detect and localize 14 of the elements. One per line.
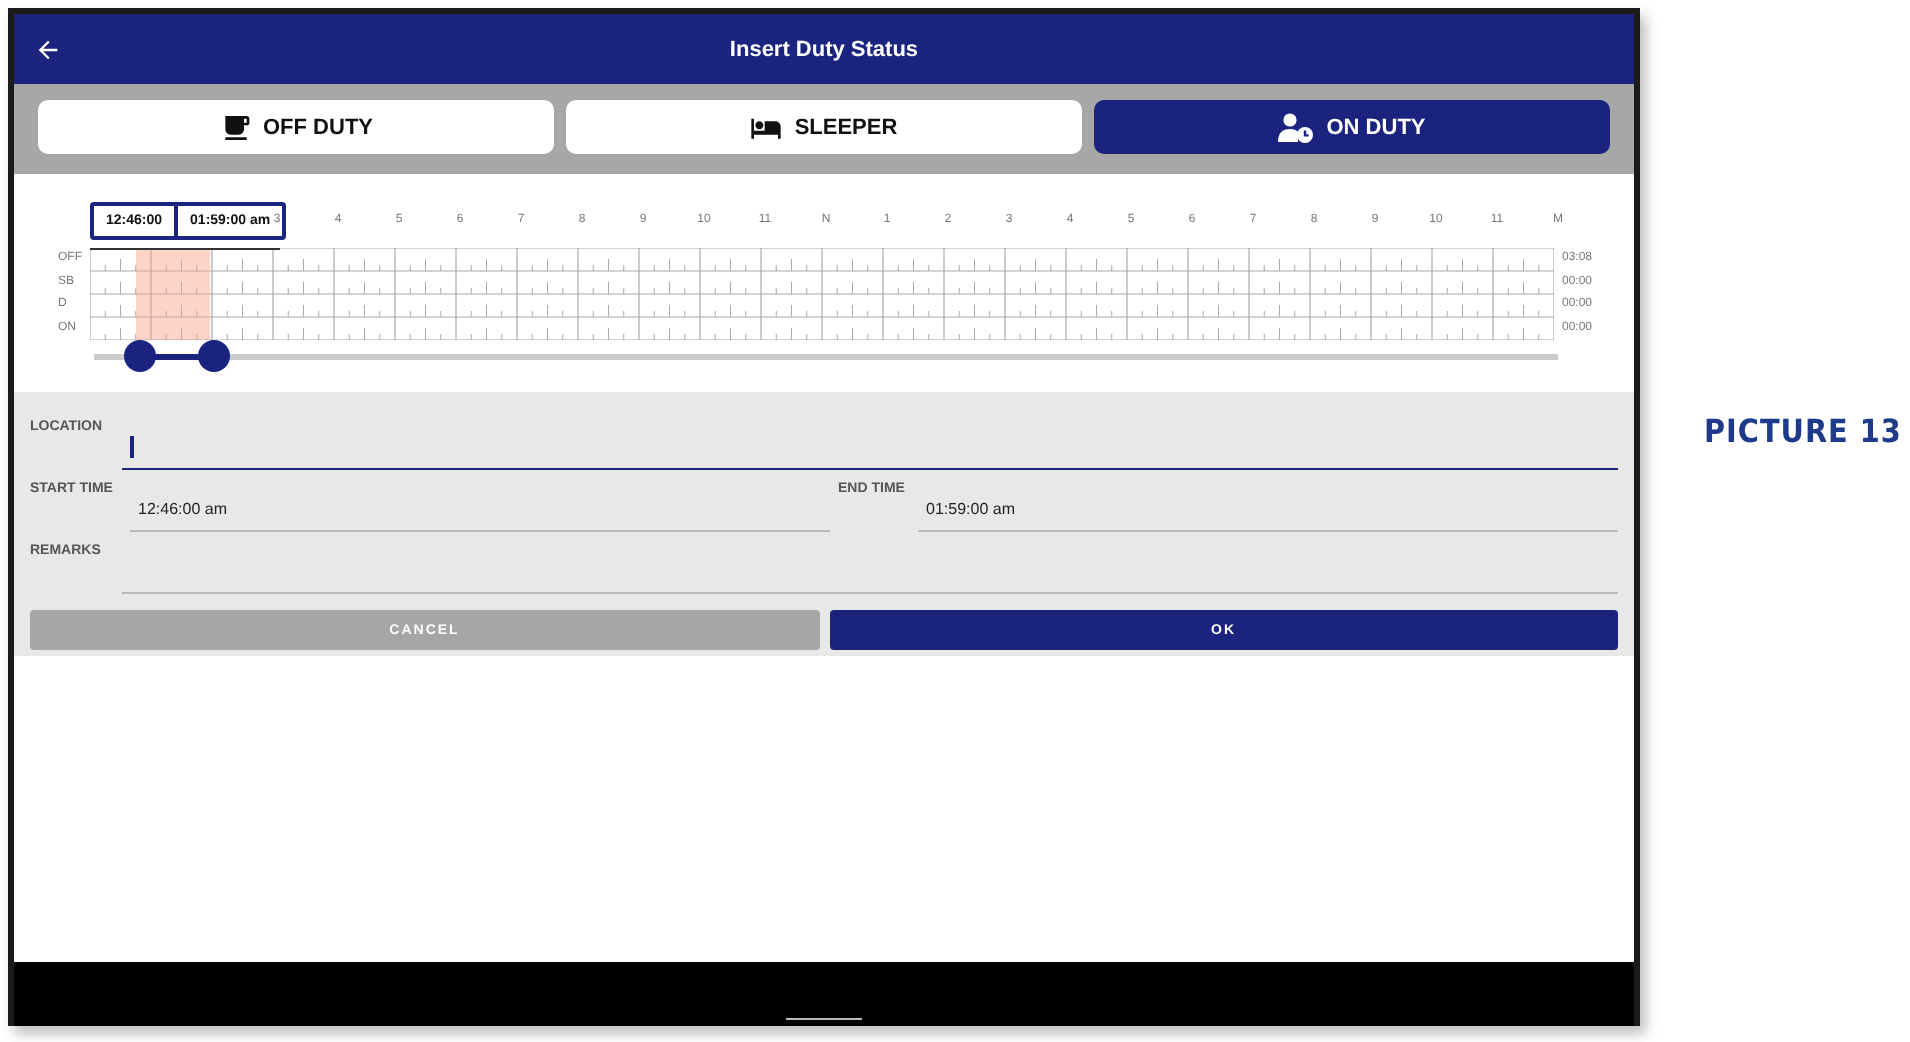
person-clock-icon bbox=[1278, 111, 1315, 143]
coffee-cup-icon bbox=[219, 111, 251, 143]
window-title: Insert Duty Status bbox=[729, 37, 919, 61]
slider-thumb[interactable] bbox=[124, 340, 157, 372]
start-time-field[interactable]: 12:46:00 am bbox=[130, 486, 830, 532]
picture-caption: PICTURE 13 bbox=[1704, 412, 1902, 450]
duty-status-tab[interactable]: OFF DUTY bbox=[38, 100, 554, 154]
duty-status-tab[interactable]: ON DUTY bbox=[1094, 100, 1610, 154]
back-arrow-icon[interactable] bbox=[34, 35, 62, 63]
duty-status-tab[interactable]: SLEEPER bbox=[566, 100, 1082, 154]
selection-highlight bbox=[136, 248, 211, 340]
slider-thumb[interactable] bbox=[198, 340, 231, 372]
home-handle[interactable] bbox=[786, 1017, 862, 1020]
end-time-field[interactable]: 01:59:00 am bbox=[918, 486, 1618, 532]
